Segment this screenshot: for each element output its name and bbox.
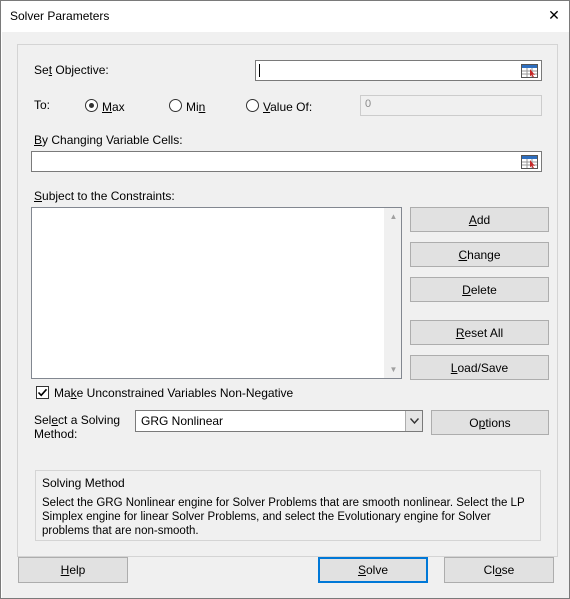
solving-method-description: Solving Method Select the GRG Nonlinear … — [35, 470, 541, 541]
constraints-list[interactable]: ▲ ▼ — [31, 207, 402, 379]
help-button[interactable]: Help — [18, 557, 128, 583]
min-radio[interactable] — [169, 99, 182, 112]
non-negative-checkbox[interactable] — [36, 386, 49, 399]
solve-button[interactable]: Solve — [318, 557, 428, 583]
non-negative-label[interactable]: Make Unconstrained Variables Non-Negativ… — [54, 386, 293, 400]
value-of-radio[interactable] — [246, 99, 259, 112]
constraints-label: Subject to the Constraints: — [34, 189, 175, 203]
change-button[interactable]: Change — [410, 242, 549, 267]
load-save-button[interactable]: Load/Save — [410, 355, 549, 380]
reset-all-button[interactable]: Reset All — [410, 320, 549, 345]
max-radio[interactable] — [85, 99, 98, 112]
value-of-label[interactable]: Value Of: — [263, 100, 312, 114]
solving-method-select[interactable]: GRG Nonlinear — [135, 410, 423, 432]
changing-cells-label: By Changing Variable Cells: — [34, 133, 183, 147]
max-label[interactable]: Max — [102, 100, 125, 114]
solver-parameters-dialog: Solver Parameters ✕ Set Objective: To: M… — [0, 0, 570, 599]
text-caret — [259, 64, 260, 77]
scroll-down-icon[interactable]: ▼ — [385, 361, 402, 378]
value-of-input[interactable]: 0 — [360, 95, 542, 116]
close-icon: ✕ — [548, 6, 560, 23]
set-objective-label: Set Objective: — [34, 63, 109, 77]
close-button[interactable]: Cl o se — [444, 557, 554, 583]
checkmark-icon — [37, 388, 48, 397]
solving-method-value: GRG Nonlinear — [141, 414, 224, 428]
solving-method-text: Select the GRG Nonlinear engine for Solv… — [42, 497, 525, 537]
solving-method-label: Select a Solving Method: — [34, 413, 121, 441]
delete-button[interactable]: Delete — [410, 277, 549, 302]
parameters-group: Set Objective: To: Max Min Value Of: 0 B… — [17, 44, 558, 557]
scroll-up-icon[interactable]: ▲ — [385, 208, 402, 225]
title-bar[interactable]: Solver Parameters ✕ — [1, 1, 569, 32]
range-selector-icon — [520, 155, 538, 169]
add-button[interactable]: Add — [410, 207, 549, 232]
changing-cells-input[interactable] — [31, 151, 542, 172]
dropdown-button[interactable] — [405, 411, 422, 431]
to-label: To: — [34, 98, 51, 112]
close-window-button[interactable]: ✕ — [539, 3, 569, 27]
changing-cells-range-selector-button[interactable] — [518, 152, 540, 172]
range-selector-icon — [520, 64, 538, 78]
dialog-title: Solver Parameters — [10, 9, 110, 23]
min-label[interactable]: Min — [186, 100, 205, 114]
solving-method-heading: Solving Method — [42, 476, 125, 490]
constraints-scrollbar[interactable]: ▲ ▼ — [384, 208, 401, 378]
set-objective-input[interactable] — [255, 60, 542, 81]
options-button[interactable]: Op tions — [431, 410, 549, 435]
objective-range-selector-button[interactable] — [518, 61, 540, 81]
chevron-down-icon — [409, 418, 419, 424]
dialog-body: Set Objective: To: Max Min Value Of: 0 B… — [2, 32, 569, 598]
